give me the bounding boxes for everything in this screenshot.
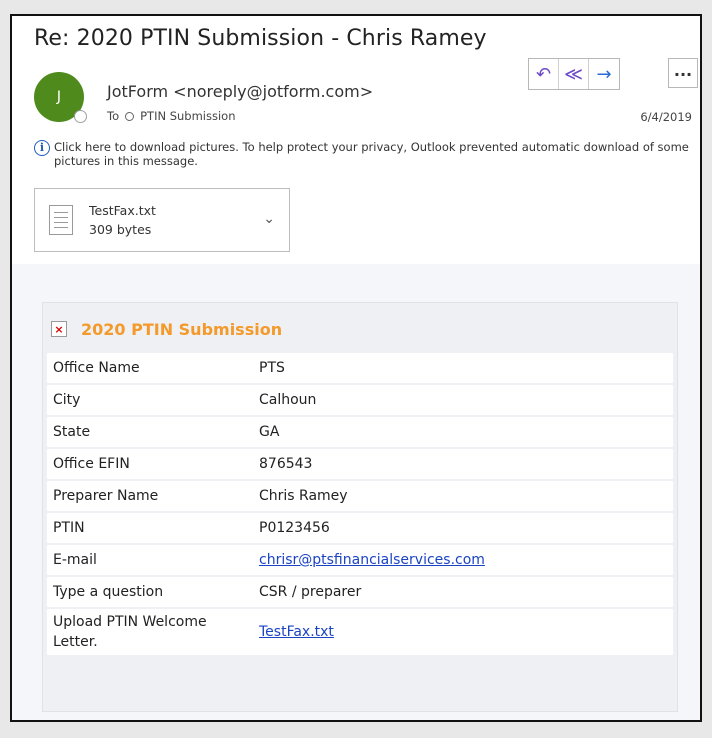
- forward-icon: →: [596, 63, 612, 85]
- attachment-info: TestFax.txt 309 bytes: [89, 201, 156, 239]
- field-label: Upload PTIN Welcome Letter.: [47, 609, 253, 655]
- table-row: State GA: [47, 417, 673, 447]
- field-value: Calhoun: [253, 385, 673, 415]
- email-reading-pane: Re: 2020 PTIN Submission - Chris Ramey J…: [10, 14, 702, 722]
- email-link[interactable]: chrisr@ptsfinancialservices.com: [259, 552, 485, 568]
- table-row: PTIN P0123456: [47, 513, 673, 543]
- field-value: CSR / preparer: [253, 577, 673, 607]
- sender-name[interactable]: JotForm <noreply@jotform.com>: [107, 82, 373, 101]
- text-file-icon: [49, 205, 73, 235]
- field-label: State: [47, 417, 253, 447]
- reply-actions-group: ↶ ≪ →: [528, 58, 620, 90]
- field-value: GA: [253, 417, 673, 447]
- table-row: Preparer Name Chris Ramey: [47, 481, 673, 511]
- email-subject: Re: 2020 PTIN Submission - Chris Ramey: [34, 26, 487, 51]
- broken-image-icon: ×: [51, 321, 67, 337]
- table-row: Office EFIN 876543: [47, 449, 673, 479]
- field-label: E-mail: [47, 545, 253, 575]
- field-label: Office Name: [47, 353, 253, 383]
- more-actions-button[interactable]: ...: [668, 58, 698, 88]
- attachment-card[interactable]: TestFax.txt 309 bytes ⌄: [34, 188, 290, 252]
- info-message[interactable]: Click here to download pictures. To help…: [54, 140, 694, 168]
- attachment-size: 309 bytes: [89, 222, 152, 237]
- field-label: Type a question: [47, 577, 253, 607]
- file-link[interactable]: TestFax.txt: [259, 624, 334, 640]
- info-icon: i: [34, 140, 50, 156]
- reply-all-button[interactable]: ≪: [559, 59, 589, 89]
- received-date: 6/4/2019: [640, 110, 692, 124]
- reply-icon: ↶: [535, 63, 552, 85]
- table-row: City Calhoun: [47, 385, 673, 415]
- presence-status-icon: [74, 110, 87, 123]
- recipient-name[interactable]: PTIN Submission: [140, 109, 235, 123]
- submission-table: Office Name PTS City Calhoun State GA Of…: [47, 351, 673, 657]
- field-value: TestFax.txt: [253, 609, 673, 655]
- chevron-down-icon[interactable]: ⌄: [263, 211, 275, 227]
- forward-button[interactable]: →: [589, 59, 619, 89]
- field-label: Preparer Name: [47, 481, 253, 511]
- download-pictures-infobar[interactable]: i Click here to download pictures. To he…: [34, 140, 694, 168]
- reply-button[interactable]: ↶: [529, 59, 559, 89]
- recipient-line: To PTIN Submission: [107, 109, 236, 123]
- message-body: × 2020 PTIN Submission Office Name PTS C…: [12, 264, 700, 720]
- reply-all-icon: ≪: [564, 63, 583, 85]
- field-label: Office EFIN: [47, 449, 253, 479]
- table-row: Office Name PTS: [47, 353, 673, 383]
- field-value: P0123456: [253, 513, 673, 543]
- attachment-name: TestFax.txt: [89, 203, 156, 218]
- form-title: 2020 PTIN Submission: [81, 319, 283, 339]
- table-row: Upload PTIN Welcome Letter. TestFax.txt: [47, 609, 673, 655]
- form-submission-card: × 2020 PTIN Submission Office Name PTS C…: [42, 302, 678, 712]
- field-value: Chris Ramey: [253, 481, 673, 511]
- table-row: Type a question CSR / preparer: [47, 577, 673, 607]
- field-value: 876543: [253, 449, 673, 479]
- to-label: To: [107, 109, 120, 123]
- more-icon: ...: [673, 60, 693, 80]
- field-label: City: [47, 385, 253, 415]
- table-row: E-mail chrisr@ptsfinancialservices.com: [47, 545, 673, 575]
- form-header: × 2020 PTIN Submission: [47, 309, 673, 349]
- field-value: chrisr@ptsfinancialservices.com: [253, 545, 673, 575]
- field-value: PTS: [253, 353, 673, 383]
- field-label: PTIN: [47, 513, 253, 543]
- recipient-status-icon: [125, 111, 135, 121]
